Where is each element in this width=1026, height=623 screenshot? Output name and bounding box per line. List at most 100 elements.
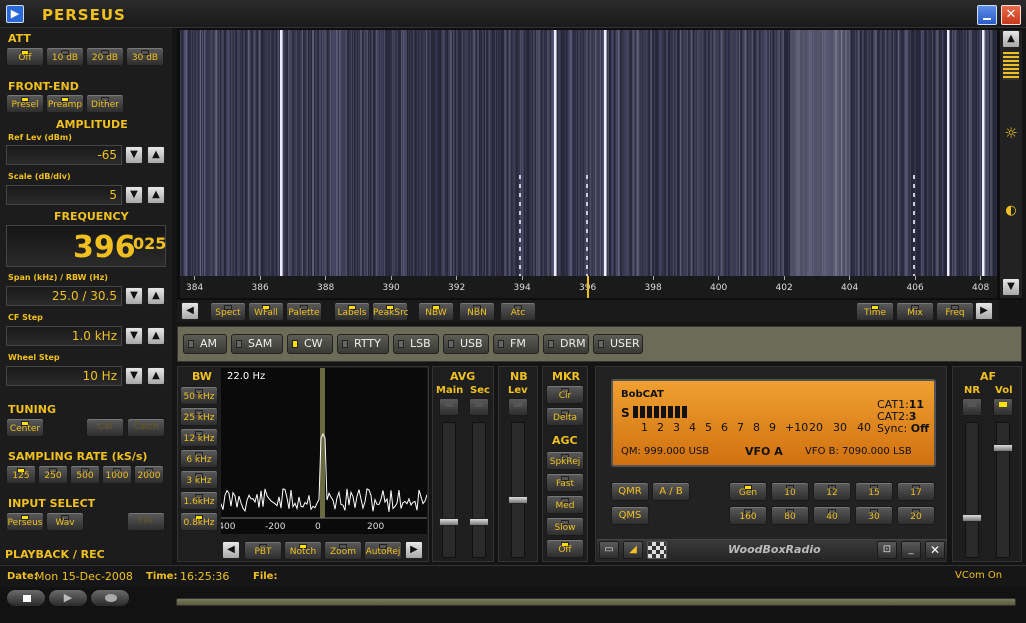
band-button-gen[interactable]: Gen xyxy=(729,482,767,501)
minimize-button[interactable] xyxy=(977,5,997,25)
span-field[interactable]: 25.0 / 30.5 xyxy=(6,286,122,306)
span-up[interactable]: ▲ xyxy=(147,287,165,305)
waterfall-display[interactable] xyxy=(180,30,997,276)
checker-icon-button[interactable] xyxy=(647,541,667,559)
nb-button[interactable] xyxy=(508,398,528,416)
app-icon[interactable]: ▶ xyxy=(6,5,24,23)
scale-down[interactable]: ▼ xyxy=(125,186,143,204)
waterfall-right-button-2[interactable]: Freq xyxy=(936,302,974,321)
mode-button-cw[interactable]: CW xyxy=(287,334,333,354)
band-button-10[interactable]: 10 xyxy=(771,482,809,501)
sampling-button-3[interactable]: 1000 xyxy=(102,465,132,484)
waterfall-button-1[interactable]: WFall xyxy=(248,302,284,321)
frontend-button-1[interactable]: Preamp xyxy=(46,94,84,113)
nb-level-slider[interactable] xyxy=(511,422,525,558)
tuning-calch-button[interactable]: Calch xyxy=(127,418,165,437)
mode-button-sam[interactable]: SAM xyxy=(231,334,283,354)
avg-main-slider[interactable] xyxy=(442,422,456,558)
bw-button-1[interactable]: 25 kHz xyxy=(180,407,218,426)
waterfall-left-arrow[interactable]: ◀ xyxy=(181,302,199,320)
avg-sec-button[interactable] xyxy=(469,398,489,416)
tuning-center-button[interactable]: Center xyxy=(6,418,44,437)
ab-button[interactable]: A / B xyxy=(652,482,690,501)
ref-level-down[interactable]: ▼ xyxy=(125,146,143,164)
lock-icon-button[interactable]: ⊡ xyxy=(877,541,897,559)
tuning-cal-button[interactable]: Cal xyxy=(86,418,124,437)
bw-button-5[interactable]: 1.6kHz xyxy=(180,491,218,510)
wheel-step-field[interactable]: 10 Hz xyxy=(6,366,122,386)
close-button[interactable]: ✕ xyxy=(1001,5,1021,25)
waterfall-button-7[interactable]: Atc xyxy=(500,302,536,321)
bw-button-3[interactable]: 6 kHz xyxy=(180,449,218,468)
window-icon-button[interactable]: ▭ xyxy=(599,541,619,559)
panel-minimize-button[interactable]: _ xyxy=(901,541,921,559)
tuning-marker[interactable] xyxy=(587,276,589,298)
playback-progress[interactable] xyxy=(176,598,1016,606)
ref-level-up[interactable]: ▲ xyxy=(147,146,165,164)
att-button-1[interactable]: 10 dB xyxy=(46,47,84,66)
sampling-button-1[interactable]: 250 xyxy=(38,465,68,484)
filter-left-arrow[interactable]: ◀ xyxy=(222,541,240,559)
span-down[interactable]: ▼ xyxy=(125,287,143,305)
agc-button-3[interactable]: Slow xyxy=(546,517,584,536)
filter-button-0[interactable]: PBT xyxy=(244,541,282,560)
band-button-15[interactable]: 15 xyxy=(855,482,893,501)
scroll-up-arrow[interactable]: ▲ xyxy=(1002,30,1020,48)
avg-sec-slider[interactable] xyxy=(472,422,486,558)
bw-button-6[interactable]: 0.8kHz xyxy=(180,512,218,531)
ref-level-field[interactable]: -65 xyxy=(6,145,122,165)
waterfall-scrollbar[interactable]: ▲ ☼ ◐ ▼ xyxy=(1000,30,1022,298)
agc-button-4[interactable]: Off xyxy=(546,539,584,558)
input-perseus-button[interactable]: Perseus xyxy=(6,512,44,531)
sampling-button-0[interactable]: 125 xyxy=(6,465,36,484)
nr-thumb[interactable] xyxy=(962,514,982,522)
waterfall-right-button-1[interactable]: Mix xyxy=(896,302,934,321)
avg-sec-thumb[interactable] xyxy=(469,518,489,526)
mkr-delta-button[interactable]: Delta xyxy=(546,407,584,426)
qmr-button[interactable]: QMR xyxy=(611,482,649,501)
avg-main-button[interactable] xyxy=(439,398,459,416)
band-button-12[interactable]: 12 xyxy=(813,482,851,501)
mode-button-fm[interactable]: FM xyxy=(493,334,539,354)
panel-close-button[interactable]: ✕ xyxy=(925,541,945,559)
waterfall-button-5[interactable]: NBW xyxy=(418,302,454,321)
agc-button-1[interactable]: Fast xyxy=(546,473,584,492)
vol-thumb[interactable] xyxy=(993,444,1013,452)
mode-button-lsb[interactable]: LSB xyxy=(393,334,439,354)
nr-slider[interactable] xyxy=(965,422,979,558)
play-button[interactable]: ▶ xyxy=(48,589,88,607)
waterfall-button-3[interactable]: Labels xyxy=(334,302,370,321)
frequency-display[interactable]: 396 025 xyxy=(6,225,166,267)
scroll-grip[interactable] xyxy=(1003,52,1019,80)
scale-field[interactable]: 5 xyxy=(6,185,122,205)
sampling-button-4[interactable]: 2000 xyxy=(134,465,164,484)
agc-button-0[interactable]: SpkRej xyxy=(546,451,584,470)
frontend-button-2[interactable]: Dither xyxy=(86,94,124,113)
filter-button-3[interactable]: AutoRej xyxy=(364,541,402,560)
mode-button-rtty[interactable]: RTTY xyxy=(337,334,389,354)
band-button-17[interactable]: 17 xyxy=(897,482,935,501)
band-button-160[interactable]: 160 xyxy=(729,506,767,525)
input-file-button[interactable]: File xyxy=(127,512,165,531)
record-button[interactable] xyxy=(90,589,130,607)
cf-step-up[interactable]: ▲ xyxy=(147,327,165,345)
mkr-clr-button[interactable]: Clr xyxy=(546,385,584,404)
band-button-40[interactable]: 40 xyxy=(813,506,851,525)
vol-slider[interactable] xyxy=(996,422,1010,558)
filter-button-2[interactable]: Zoom xyxy=(324,541,362,560)
waterfall-button-4[interactable]: PeakSrc xyxy=(372,302,409,321)
waterfall-button-0[interactable]: Spect xyxy=(210,302,246,321)
waterfall-button-2[interactable]: Palette xyxy=(286,302,322,321)
bw-button-0[interactable]: 50 kHz xyxy=(180,386,218,405)
bw-button-4[interactable]: 3 kHz xyxy=(180,470,218,489)
bw-spectrum[interactable]: -400 -200 0 200 xyxy=(221,368,427,534)
filter-button-1[interactable]: Notch xyxy=(284,541,322,560)
att-button-0[interactable]: Off xyxy=(6,47,44,66)
nb-level-thumb[interactable] xyxy=(508,496,528,504)
nr-button[interactable] xyxy=(962,398,982,416)
wheel-step-down[interactable]: ▼ xyxy=(125,367,143,385)
cf-step-down[interactable]: ▼ xyxy=(125,327,143,345)
scroll-down-arrow[interactable]: ▼ xyxy=(1002,278,1020,296)
att-button-3[interactable]: 30 dB xyxy=(126,47,164,66)
cf-step-field[interactable]: 1.0 kHz xyxy=(6,326,122,346)
